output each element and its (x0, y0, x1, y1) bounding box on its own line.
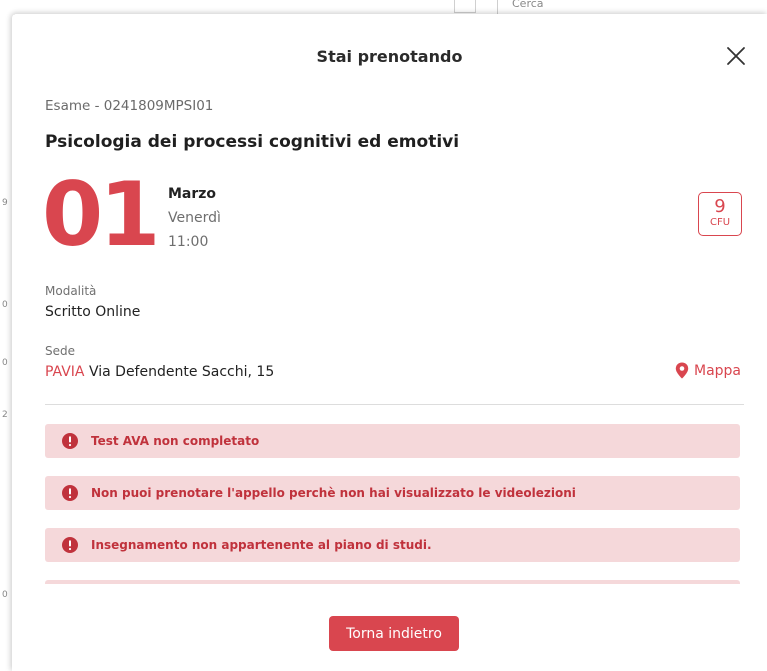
exam-weekday: Venerdì (168, 210, 221, 226)
sede-address: Via Defendente Sacchi, 15 (88, 364, 275, 380)
exam-month: Marzo (168, 186, 217, 202)
close-icon (727, 47, 745, 65)
alert-list[interactable]: Test AVA non completato Non puoi prenota… (45, 424, 740, 584)
background-box (454, 0, 476, 13)
course-name: Psicologia dei processi cognitivi ed emo… (45, 132, 460, 152)
alert-circle-icon (62, 537, 78, 553)
alert-item: Test AVA non completato (45, 424, 740, 458)
cfu-label: CFU (709, 217, 731, 228)
modal-title: Stai prenotando (316, 47, 463, 66)
sede-city: PAVIA (45, 364, 85, 380)
map-link[interactable]: Mappa (675, 362, 741, 379)
alert-item: Insegnamento non appartenente al piano d… (45, 528, 740, 562)
alert-text: Insegnamento non appartenente al piano d… (91, 538, 432, 552)
modalita-label: Modalità (45, 284, 97, 298)
alert-item: Non puoi prenotare l'appello perchè non … (45, 476, 740, 510)
exam-time: 11:00 (168, 234, 209, 250)
exam-code: Esame - 0241809MPSI01 (45, 98, 214, 114)
close-button[interactable] (724, 44, 748, 68)
sede-label: Sede (45, 344, 75, 358)
modalita-value: Scritto Online (45, 304, 141, 320)
divider (45, 404, 744, 405)
sede-value: PAVIA Via Defendente Sacchi, 15 (45, 364, 274, 380)
cfu-value: 9 (714, 196, 726, 217)
map-label: Mappa (694, 362, 742, 379)
background-search-label: Cerca (497, 0, 544, 14)
alert-text: Test AVA non completato (91, 434, 260, 448)
alert-item-partial (45, 580, 740, 584)
exam-day: 01 (42, 163, 160, 266)
booking-modal: Stai prenotando Esame - 0241809MPSI01 Ps… (12, 14, 767, 671)
back-button[interactable]: Torna indietro (329, 616, 459, 651)
background-page-top: Cerca (14, 0, 767, 14)
map-pin-icon (675, 362, 689, 379)
alert-text: Non puoi prenotare l'appello perchè non … (91, 486, 576, 500)
alert-circle-icon (62, 485, 78, 501)
alert-circle-icon (62, 433, 78, 449)
cfu-badge: 9 CFU (698, 192, 742, 236)
